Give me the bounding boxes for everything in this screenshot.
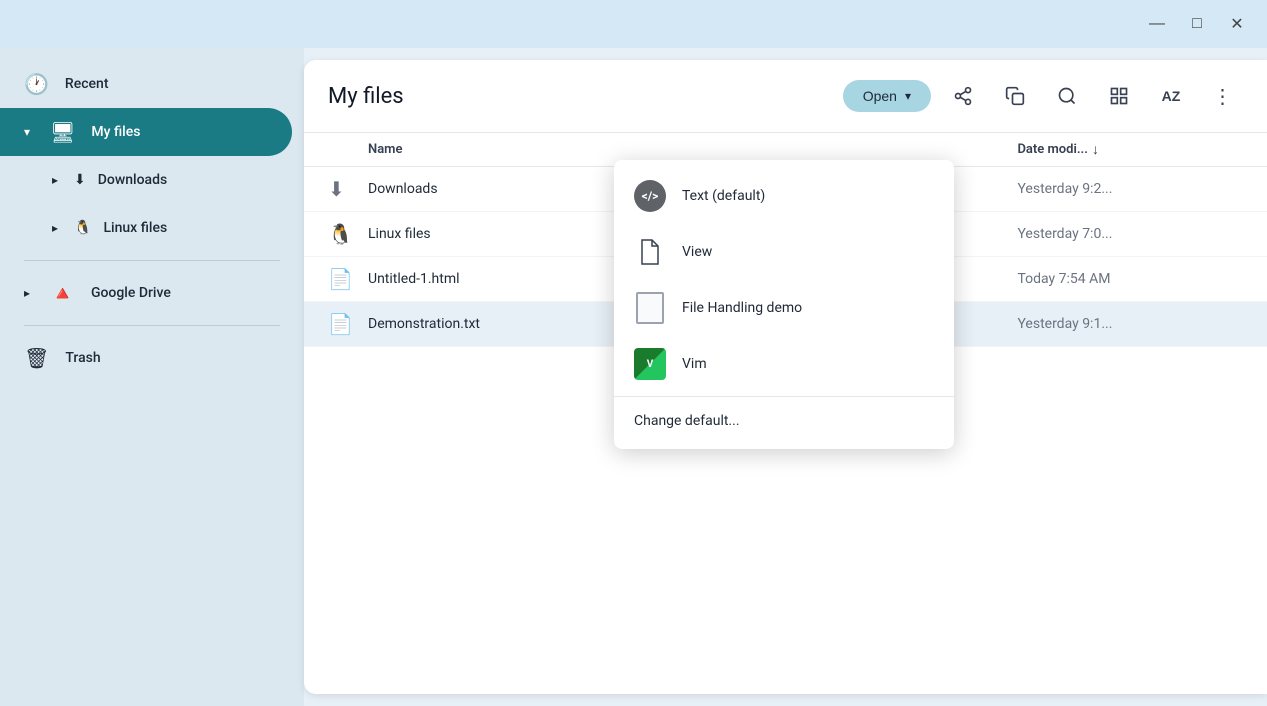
col-name-header: Name — [368, 142, 669, 157]
recent-icon: 🕐 — [24, 72, 49, 96]
titlebar: — □ ✕ — [0, 0, 1267, 48]
txt-file-icon: 📄 — [328, 312, 352, 336]
dropdown-item-vim[interactable]: V Vim — [614, 336, 954, 392]
copy-button[interactable] — [995, 76, 1035, 116]
sidebar-divider-2 — [24, 325, 280, 326]
dropdown-item-text-default[interactable]: </> Text (default) — [614, 168, 954, 224]
dropdown-item-view[interactable]: View — [614, 224, 954, 280]
file-handling-icon — [634, 292, 666, 324]
sidebar-item-label-drive: Google Drive — [91, 285, 171, 301]
share-button[interactable] — [943, 76, 983, 116]
dropdown-label-view: View — [682, 244, 712, 260]
code-icon-text: </> — [642, 189, 659, 203]
col-date-header[interactable]: Date modi... ↓ — [1017, 141, 1243, 158]
sidebar-item-label-linux: Linux files — [103, 220, 167, 236]
search-button[interactable] — [1047, 76, 1087, 116]
chevron-down-icon: ▾ — [24, 125, 30, 139]
googledrive-icon: 🔺 — [50, 281, 75, 305]
file-date-linux: Yesterday 7:0... — [1017, 226, 1243, 242]
dropdown-change-default[interactable]: Change default... — [614, 401, 954, 441]
linux-icon: 🐧 — [74, 220, 91, 236]
search-icon — [1057, 86, 1077, 106]
grid-icon — [1109, 86, 1129, 106]
more-icon: ⋮ — [1213, 84, 1234, 109]
open-dropdown-menu: </> Text (default) View File Handling de… — [614, 160, 954, 449]
sidebar-item-label-myfiles: My files — [91, 124, 140, 140]
html-file-icon: 📄 — [328, 267, 352, 291]
maximize-button[interactable]: □ — [1179, 6, 1215, 42]
sort-button[interactable]: AZ — [1151, 76, 1191, 116]
dropdown-item-filehandling[interactable]: File Handling demo — [614, 280, 954, 336]
close-button[interactable]: ✕ — [1219, 6, 1255, 42]
linux-file-icon: 🐧 — [328, 222, 352, 246]
trash-icon: 🗑 — [24, 346, 49, 370]
copy-icon — [1005, 86, 1025, 106]
sidebar-item-label-recent: Recent — [65, 76, 109, 92]
col-date-label: Date modi... — [1017, 142, 1087, 157]
myfiles-icon: 🖥 — [50, 120, 75, 144]
share-icon — [953, 86, 973, 106]
sidebar-item-recent[interactable]: 🕐 Recent — [0, 60, 292, 108]
grid-button[interactable] — [1099, 76, 1139, 116]
sidebar-item-downloads[interactable]: ▸ ⬇ Downloads — [0, 156, 292, 204]
file-date-html: Today 7:54 AM — [1017, 271, 1243, 287]
minimize-button[interactable]: — — [1139, 6, 1175, 42]
view-file-icon — [634, 236, 666, 268]
sidebar-item-label-trash: Trash — [65, 350, 100, 366]
dropdown-label-vim: Vim — [682, 356, 707, 372]
sidebar-divider-1 — [24, 260, 280, 261]
chevron-right-icon-linux: ▸ — [52, 221, 58, 235]
open-dropdown-arrow: ▾ — [905, 89, 911, 103]
sort-down-icon: ↓ — [1092, 141, 1099, 158]
open-button[interactable]: Open ▾ — [843, 80, 931, 112]
downloads-file-icon: ⬇ — [328, 177, 352, 201]
sidebar-item-myfiles[interactable]: ▾ 🖥 My files — [0, 108, 292, 156]
dropdown-divider — [614, 396, 954, 397]
sidebar-item-linuxfiles[interactable]: ▸ 🐧 Linux files — [0, 204, 292, 252]
sidebar-item-googledrive[interactable]: ▸ 🔺 Google Drive — [0, 269, 292, 317]
downloads-icon: ⬇ — [74, 172, 86, 188]
chevron-right-icon-drive: ▸ — [24, 286, 30, 300]
file-date-downloads: Yesterday 9:2... — [1017, 181, 1243, 197]
more-button[interactable]: ⋮ — [1203, 76, 1243, 116]
sort-icon: AZ — [1162, 88, 1181, 104]
chevron-right-icon: ▸ — [52, 173, 58, 187]
dropdown-label-filehandling: File Handling demo — [682, 300, 802, 316]
code-circle-icon: </> — [634, 180, 666, 212]
open-button-label: Open — [863, 88, 897, 104]
page-title: My files — [328, 84, 831, 109]
vim-icon: V — [634, 348, 666, 380]
sidebar-item-label-downloads: Downloads — [98, 172, 167, 188]
toolbar: My files Open ▾ — [304, 60, 1267, 133]
sidebar: 🕐 Recent ▾ 🖥 My files ▸ ⬇ Downloads ▸ 🐧 … — [0, 48, 304, 706]
sidebar-item-trash[interactable]: 🗑 Trash — [0, 334, 292, 382]
file-date-txt: Yesterday 9:1... — [1017, 316, 1243, 332]
dropdown-label-text-default: Text (default) — [682, 188, 765, 204]
change-default-label: Change default... — [634, 413, 740, 429]
